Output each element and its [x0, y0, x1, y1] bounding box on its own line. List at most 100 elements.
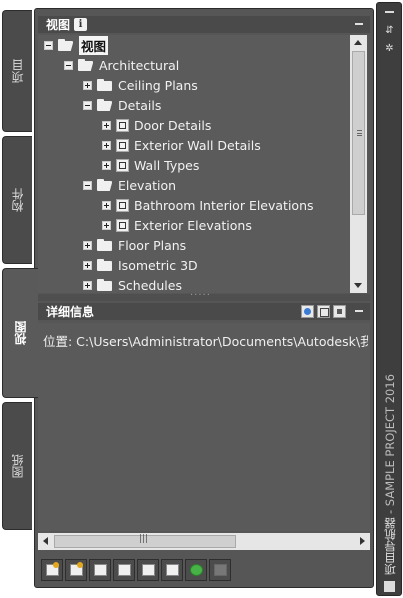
- grip-icon: [357, 130, 362, 136]
- expand-icon[interactable]: [102, 140, 111, 150]
- refresh-button[interactable]: [185, 559, 207, 581]
- bottom-toolbar: [41, 559, 231, 581]
- expand-icon[interactable]: [102, 120, 111, 130]
- refresh-icon: [190, 564, 203, 576]
- panel-splitter[interactable]: [38, 287, 370, 301]
- properties-button[interactable]: [89, 559, 111, 581]
- views-tree: 视图 Architectural Ceiling Plans Details D…: [38, 35, 350, 293]
- tree-row[interactable]: Details: [83, 95, 161, 115]
- tree-row[interactable]: Exterior Elevations: [102, 215, 252, 235]
- tree-row-label: Bathroom Interior Elevations: [134, 197, 314, 213]
- tree-row-label: 视图: [79, 35, 109, 55]
- tree-row[interactable]: Exterior Wall Details: [102, 135, 261, 155]
- tree-row-label: Isometric 3D: [118, 257, 198, 273]
- cursor-button[interactable]: [137, 559, 159, 581]
- tree-row[interactable]: Schedules: [83, 275, 182, 293]
- schedule-button[interactable]: [161, 559, 183, 581]
- minimize-details-icon[interactable]: [354, 304, 364, 314]
- autohide-icon[interactable]: ⇵: [384, 25, 395, 36]
- elevation-view-icon: [116, 218, 129, 232]
- palette-title-strip[interactable]: ⇵ ✲ 项目导航器 - SAMPLE PROJECT 2016: [376, 2, 402, 596]
- folder-icon: [97, 79, 113, 91]
- collapse-icon[interactable]: [44, 40, 53, 50]
- star-icon: [53, 562, 59, 568]
- folder-icon: [97, 239, 113, 251]
- tab-views[interactable]: 视图: [2, 268, 38, 398]
- properties-icon: [94, 564, 107, 576]
- tree-row-label: Schedules: [118, 277, 182, 293]
- tree-row[interactable]: Architectural: [64, 55, 179, 75]
- tree-row[interactable]: Elevation: [83, 175, 176, 195]
- expand-icon[interactable]: [102, 160, 111, 170]
- tree-row[interactable]: Bathroom Interior Elevations: [102, 195, 314, 215]
- tree-row-label: Ceiling Plans: [118, 77, 198, 93]
- folder-icon: [97, 259, 113, 271]
- tree-row-label: Details: [118, 97, 162, 113]
- collapse-icon[interactable]: [83, 100, 92, 110]
- new-view-button[interactable]: [41, 559, 63, 581]
- expand-icon[interactable]: [83, 80, 92, 90]
- details-horizontal-scrollbar[interactable]: [38, 533, 370, 550]
- views-panel-title: 视图: [46, 18, 71, 32]
- disabled-icon: [214, 564, 227, 576]
- minimize-views-icon[interactable]: [354, 17, 364, 27]
- tree-row-label: Door Details: [134, 117, 212, 133]
- settings-icon[interactable]: [333, 305, 346, 318]
- options-icon[interactable]: ✲: [384, 43, 395, 54]
- expand-icon[interactable]: [83, 280, 92, 290]
- navigator-title: 项目导航器: [383, 517, 397, 576]
- detail-view-icon: [116, 138, 129, 152]
- tab-sheets[interactable]: 图纸: [2, 402, 32, 530]
- details-panel-title: 详细信息: [46, 305, 95, 319]
- disabled-button: [209, 559, 231, 581]
- scroll-thumb[interactable]: [352, 51, 365, 215]
- location-text: 位置: C:\Users\Administrator\Documents\Aut…: [43, 334, 368, 349]
- tab-sheets-label: 图纸: [11, 454, 25, 478]
- details-view-icon[interactable]: [317, 305, 330, 318]
- scroll-left-icon[interactable]: [43, 537, 48, 545]
- cursor-icon: [142, 564, 155, 576]
- tree-vertical-scrollbar[interactable]: [350, 35, 367, 293]
- tree-row[interactable]: Floor Plans: [83, 235, 186, 255]
- scroll-down-icon[interactable]: [354, 283, 362, 288]
- tree-row[interactable]: Door Details: [102, 115, 211, 135]
- scroll-up-icon[interactable]: [354, 40, 362, 45]
- tree-row-label: Exterior Elevations: [134, 217, 252, 233]
- expand-icon[interactable]: [83, 260, 92, 270]
- views-panel-header: 视图 i: [38, 16, 370, 33]
- project-name: SAMPLE PROJECT 2016: [383, 373, 397, 507]
- tree-row[interactable]: Wall Types: [102, 155, 199, 175]
- tree-row[interactable]: Isometric 3D: [83, 255, 198, 275]
- tree-row-label: Elevation: [118, 177, 177, 193]
- title-separator: -: [383, 506, 397, 518]
- scroll-right-icon[interactable]: [360, 537, 365, 545]
- copy-button[interactable]: [113, 559, 135, 581]
- tree-row[interactable]: Ceiling Plans: [83, 75, 198, 95]
- folder-icon: [97, 279, 113, 291]
- schedule-icon: [166, 564, 179, 576]
- tab-project-label: 项目: [11, 59, 25, 83]
- tree-row-label: Floor Plans: [118, 237, 187, 253]
- navigator-icon: [384, 581, 395, 592]
- detail-view-icon: [116, 158, 129, 172]
- folder-open-icon: [78, 59, 94, 71]
- expand-icon[interactable]: [102, 220, 111, 230]
- info-icon[interactable]: i: [74, 18, 88, 31]
- minimize-palette-icon[interactable]: [385, 11, 394, 13]
- tree-row[interactable]: 视图: [44, 35, 109, 55]
- tree-row-label: Architectural: [99, 57, 180, 73]
- expand-icon[interactable]: [102, 200, 111, 210]
- details-header-icons: [301, 305, 346, 318]
- folder-open-icon: [97, 99, 113, 111]
- tab-components[interactable]: 构件: [2, 136, 32, 264]
- scroll-thumb[interactable]: [54, 534, 236, 548]
- collapse-icon[interactable]: [64, 60, 73, 70]
- collapse-icon[interactable]: [83, 180, 92, 190]
- expand-icon[interactable]: [83, 240, 92, 250]
- tab-views-label: 视图: [14, 321, 28, 345]
- preview-icon[interactable]: [301, 305, 314, 318]
- tree-row-label: Exterior Wall Details: [134, 137, 261, 153]
- copy-icon: [118, 564, 131, 576]
- tab-project[interactable]: 项目: [2, 10, 32, 132]
- open-view-button[interactable]: [65, 559, 87, 581]
